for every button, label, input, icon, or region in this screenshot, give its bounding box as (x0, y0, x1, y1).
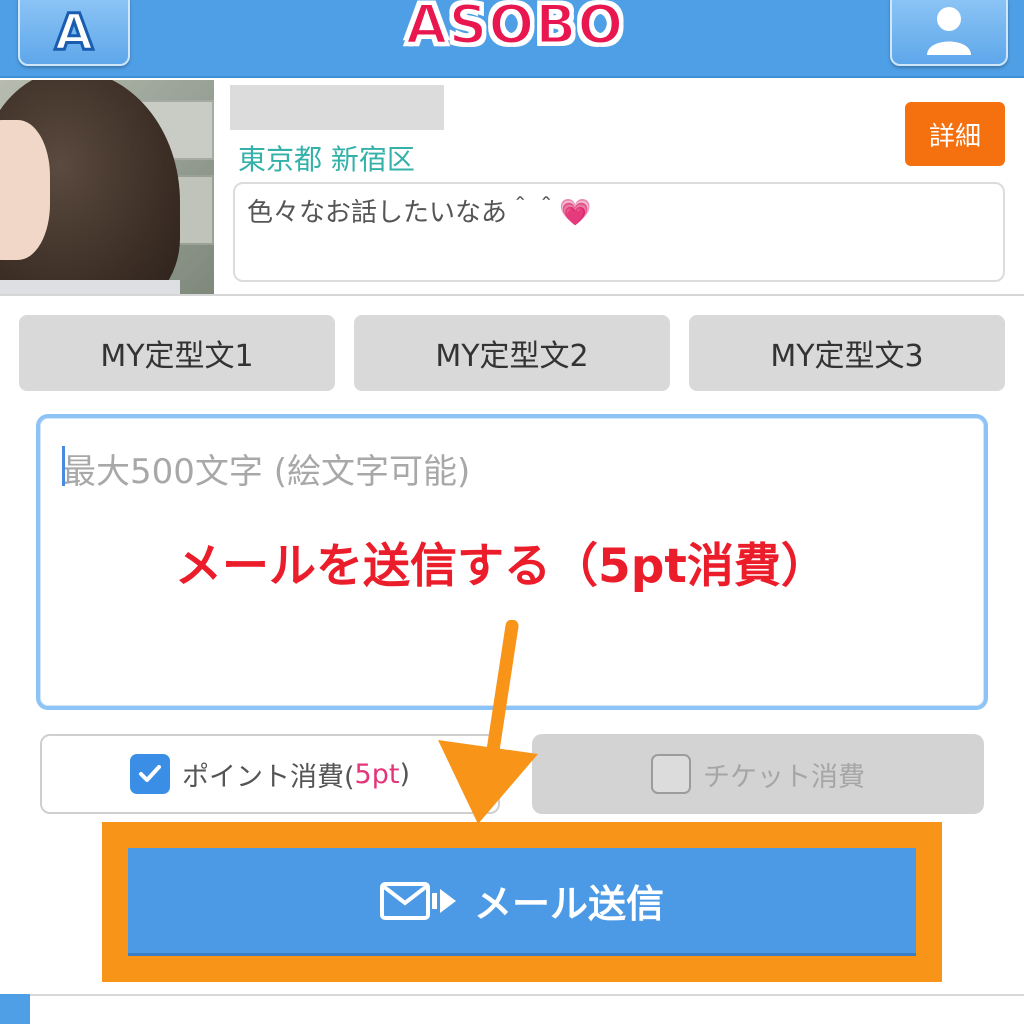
profile-bio: 色々なお話したいなあ＾＾💗 (233, 182, 1005, 282)
send-mail-button[interactable]: メール送信 (128, 848, 916, 956)
point-option-label: ポイント消費( (182, 761, 355, 793)
message-placeholder: 最大500文字 (絵文字可能) (62, 452, 471, 492)
mail-compose-screen: A ASOBO 東京都 新宿区 詳細 色々なお話したいなあ＾＾💗 MY定型文1 … (0, 0, 1024, 1024)
profile-photo[interactable] (0, 80, 214, 294)
a-letter-icon: A (53, 2, 95, 63)
logo-text: ASOBO (404, 0, 625, 57)
checkbox-checked-icon[interactable] (130, 754, 170, 794)
point-option-close: ) (399, 758, 410, 790)
bio-text: 色々なお話したいなあ＾＾ (247, 198, 560, 228)
annotation-text: メールを送信する（5pt消費） (175, 539, 828, 594)
profile-location: 東京都 新宿区 (238, 143, 415, 176)
point-cost: 5pt (354, 758, 400, 790)
a-menu-button[interactable]: A (18, 0, 130, 66)
ticket-option-label: チケット消費 (703, 761, 865, 793)
heart-emoji: 💗 (559, 198, 592, 228)
checkbox-unchecked-icon[interactable] (651, 754, 691, 794)
template-button-3[interactable]: MY定型文3 (689, 315, 1005, 391)
my-page-button[interactable] (890, 0, 1008, 66)
mail-send-icon (379, 881, 458, 921)
template-button-2[interactable]: MY定型文2 (354, 315, 670, 391)
send-mail-label: メール送信 (473, 882, 664, 926)
bottom-strip (0, 994, 1024, 1024)
detail-button[interactable]: 詳細 (905, 102, 1005, 166)
bottom-accent (0, 994, 30, 1024)
asobo-logo[interactable]: ASOBO (395, 0, 635, 57)
template-button-1[interactable]: MY定型文1 (19, 315, 335, 391)
divider (0, 294, 1024, 296)
text-caret (62, 446, 65, 486)
arrow-down-icon (438, 620, 538, 824)
user-icon (927, 7, 971, 55)
profile-name-redacted (230, 85, 444, 130)
